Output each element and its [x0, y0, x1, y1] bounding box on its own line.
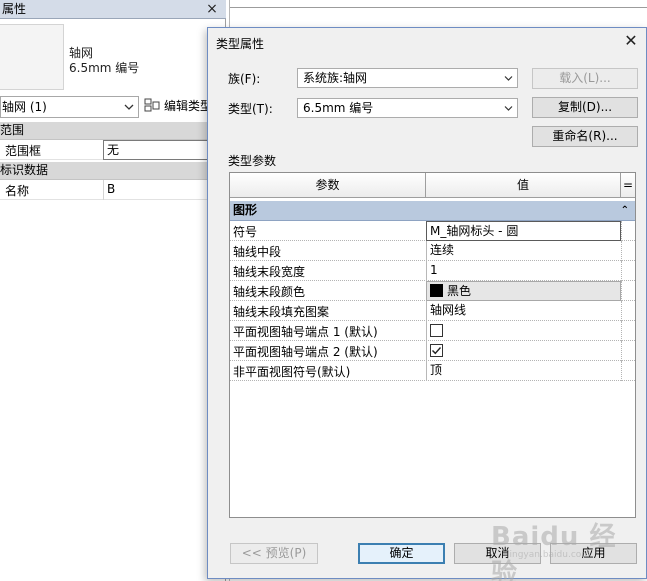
- type-parameters-label: 类型参数: [228, 154, 277, 168]
- center-segment-value[interactable]: 连续: [426, 241, 621, 261]
- param-name: 非平面视图符号(默认): [233, 365, 351, 379]
- dialog-title: 类型属性: [216, 37, 265, 51]
- end-color-value: 黑色: [447, 284, 472, 298]
- group-extents[interactable]: 范围: [0, 122, 226, 140]
- duplicate-button[interactable]: 复制(D)...: [532, 97, 638, 118]
- column-header-parameter[interactable]: 参数: [230, 173, 426, 198]
- param-row-center-segment: 轴线中段 连续: [230, 241, 635, 261]
- divider: [230, 7, 647, 8]
- family-dropdown[interactable]: 系统族:轴网: [297, 68, 518, 88]
- property-name: 范围框: [5, 144, 42, 158]
- bubble-end-1-checkbox[interactable]: [430, 324, 443, 337]
- instance-filter-label: 轴网 (1): [2, 100, 47, 114]
- column-header-formula[interactable]: =: [621, 173, 635, 198]
- close-icon[interactable]: ×: [205, 0, 219, 18]
- param-row-end-pattern: 轴线末段填充图案 轴网线: [230, 301, 635, 321]
- edit-type-icon: [144, 98, 160, 112]
- row-tail: [621, 261, 635, 281]
- properties-title: 属性: [0, 0, 226, 19]
- properties-palette: 属性 × 轴网 6.5mm 编号 轴网 (1) 编辑类型 范围 范围框 无 标识…: [0, 0, 226, 581]
- close-icon[interactable]: ✕: [623, 32, 639, 50]
- param-row-non-plan-symbol: 非平面视图符号(默认) 顶: [230, 361, 635, 381]
- param-name: 轴线末段颜色: [233, 285, 306, 299]
- param-row-bubble-end-1: 平面视图轴号端点 1 (默认): [230, 321, 635, 341]
- family-label: 族(F):: [228, 72, 261, 86]
- property-row-scope-box: 范围框 无: [0, 140, 226, 160]
- end-pattern-value[interactable]: 轴网线: [426, 301, 621, 321]
- param-name: 轴线末段填充图案: [233, 305, 330, 319]
- param-name: 轴线末段宽度: [233, 265, 306, 279]
- family-value: 系统族:轴网: [303, 71, 368, 85]
- symbol-value-field[interactable]: M_轴网标头 - 圆: [426, 221, 621, 241]
- chevron-down-icon: [504, 106, 513, 111]
- end-weight-value[interactable]: 1: [426, 261, 621, 281]
- param-row-end-weight: 轴线末段宽度 1: [230, 261, 635, 281]
- row-tail: [621, 341, 635, 361]
- end-color-button[interactable]: 黑色: [426, 281, 621, 301]
- instance-filter-dropdown[interactable]: 轴网 (1): [0, 96, 139, 118]
- param-row-bubble-end-2: 平面视图轴号端点 2 (默认): [230, 341, 635, 361]
- bubble-end-2-checkbox[interactable]: [430, 344, 443, 357]
- row-tail: [621, 321, 635, 341]
- preview-button[interactable]: << 预览(P): [230, 543, 318, 564]
- type-value: 6.5mm 编号: [303, 101, 374, 115]
- bubble-end-1-cell: [426, 321, 621, 341]
- param-row-symbol: 符号 M_轴网标头 - 圆: [230, 221, 635, 241]
- row-tail: [621, 221, 635, 241]
- type-label: 类型(T):: [228, 102, 273, 116]
- row-tail: [621, 361, 635, 381]
- cancel-button[interactable]: 取消: [454, 543, 541, 564]
- param-name: 平面视图轴号端点 1 (默认): [233, 325, 378, 339]
- property-name: 名称: [5, 184, 30, 198]
- group-label: 图形: [233, 203, 258, 217]
- bubble-end-2-cell: [426, 341, 621, 361]
- group-graphics[interactable]: 图形 ⌃: [230, 201, 635, 221]
- chevron-down-icon: [124, 104, 134, 110]
- row-tail: [621, 281, 635, 301]
- param-name: 符号: [233, 225, 258, 239]
- type-properties-dialog: 类型属性 ✕ 族(F): 系统族:轴网 载入(L)... 类型(T): 6.5m…: [207, 27, 647, 579]
- rename-button[interactable]: 重命名(R)...: [532, 126, 638, 147]
- row-tail: [621, 301, 635, 321]
- type-dropdown[interactable]: 6.5mm 编号: [297, 98, 518, 118]
- type-name: 6.5mm 编号: [69, 61, 140, 75]
- param-name: 轴线中段: [233, 245, 282, 259]
- column-header-value[interactable]: 值: [426, 173, 621, 198]
- param-name: 平面视图轴号端点 2 (默认): [233, 345, 378, 359]
- param-row-end-color: 轴线末段颜色 黑色: [230, 281, 635, 301]
- property-row-name: 名称 B: [0, 180, 226, 200]
- apply-button[interactable]: 应用: [550, 543, 637, 564]
- load-button[interactable]: 载入(L)...: [532, 68, 638, 89]
- type-parameters-grid: 参数 值 = 图形 ⌃ 符号 M_轴网标头 - 圆 轴线中段 连续 轴线末段宽度…: [229, 172, 636, 518]
- row-tail: [621, 241, 635, 261]
- ok-button[interactable]: 确定: [358, 543, 445, 564]
- collapse-icon[interactable]: ⌃: [621, 201, 629, 220]
- color-swatch: [430, 284, 443, 297]
- chevron-down-icon: [504, 76, 513, 81]
- edit-type-label: 编辑类型: [164, 99, 213, 113]
- non-plan-symbol-value[interactable]: 顶: [426, 361, 621, 381]
- checkmark-icon: [432, 347, 442, 355]
- group-identity-data[interactable]: 标识数据: [0, 162, 226, 180]
- type-preview-image: [0, 24, 64, 90]
